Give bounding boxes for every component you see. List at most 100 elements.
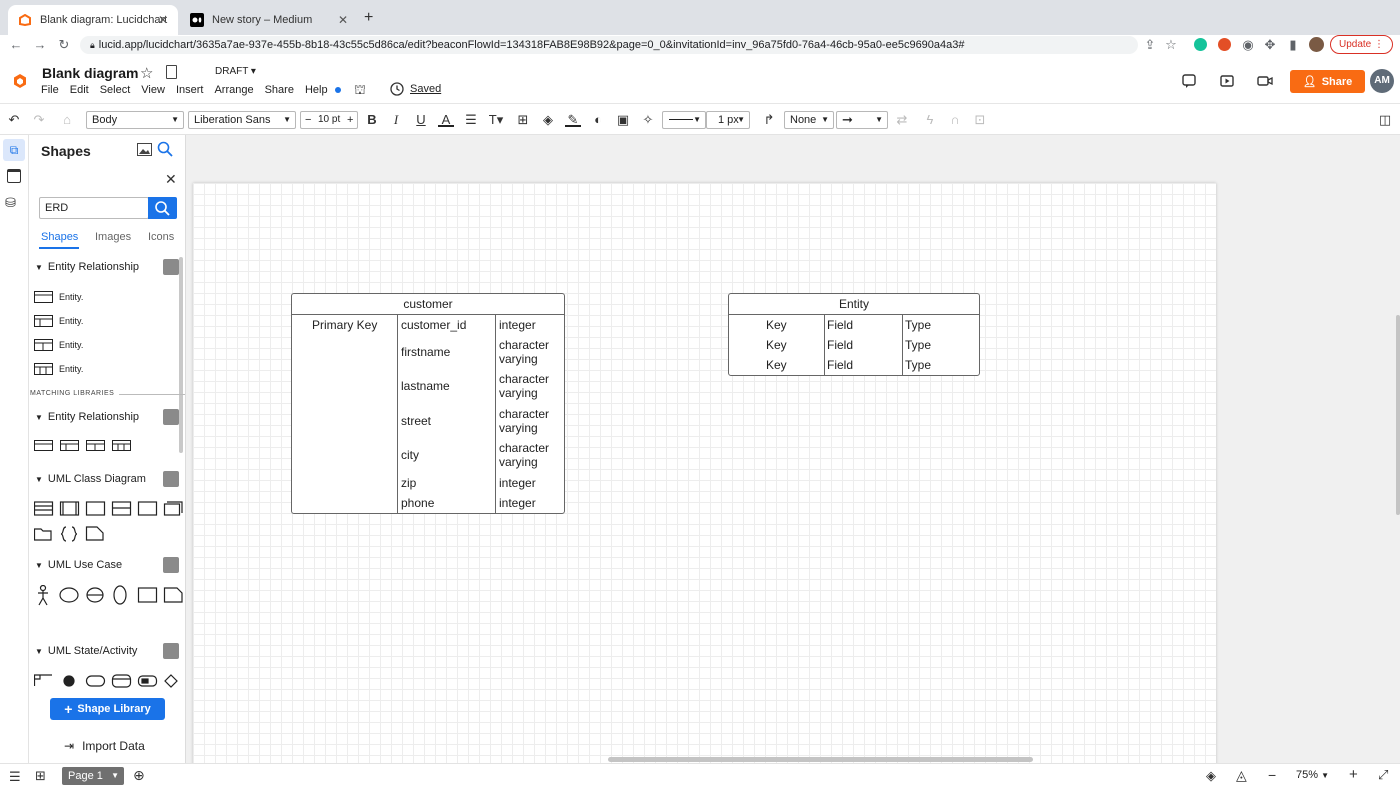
underline-icon[interactable]: U <box>413 112 429 128</box>
text-options-icon[interactable]: T▾ <box>488 112 504 128</box>
shape-library-button[interactable]: + Shape Library <box>50 698 165 720</box>
diagram-page[interactable]: customer Primary Key customer_id integer… <box>193 183 1216 763</box>
type-cell[interactable]: character varying <box>499 441 559 469</box>
present-icon[interactable] <box>1220 74 1234 88</box>
field-cell[interactable]: lastname <box>401 379 450 393</box>
uml-class-shapes[interactable] <box>33 501 184 546</box>
font-size-stepper[interactable]: − 10 pt + <box>300 111 358 129</box>
pin-icon[interactable] <box>163 643 179 659</box>
profile-avatar[interactable] <box>1309 37 1324 52</box>
page-grid-icon[interactable]: ⊞ <box>35 768 46 784</box>
browser-tab-lucidchart[interactable]: Blank diagram: Lucidchart ✕ <box>8 5 178 35</box>
type-cell[interactable]: Type <box>905 358 931 372</box>
type-cell[interactable]: integer <box>499 496 536 510</box>
shapes-rail-icon[interactable]: ⧉ <box>3 139 25 161</box>
horizontal-scrollbar[interactable] <box>608 757 1033 762</box>
menu-insert[interactable]: Insert <box>176 84 204 96</box>
entity-shape[interactable]: Entity Key Field Type Key Field Type Key… <box>728 293 980 376</box>
field-cell[interactable]: Field <box>827 318 853 332</box>
add-page-icon[interactable]: ⊕ <box>133 767 145 784</box>
field-cell[interactable]: Field <box>827 338 853 352</box>
draft-status[interactable]: DRAFT ▾ <box>215 66 256 77</box>
pin-icon[interactable] <box>163 409 179 425</box>
key-cell[interactable]: Key <box>766 358 787 372</box>
address-input[interactable]: 🔒︎ lucid.app/lucidchart/3635a7ae-937e-455… <box>80 36 1138 54</box>
field-cell[interactable]: firstname <box>401 345 450 359</box>
close-tab-icon[interactable]: ✕ <box>158 13 168 27</box>
uml-use-case-shapes[interactable] <box>34 584 184 610</box>
align-icon[interactable]: ☰ <box>463 112 479 128</box>
field-cell[interactable]: street <box>401 414 431 428</box>
tab-shapes[interactable]: Shapes <box>41 231 78 243</box>
extension-icon[interactable] <box>1218 38 1231 51</box>
format-painter-icon[interactable]: ⌂ <box>59 112 75 128</box>
undo-icon[interactable]: ↶ <box>6 112 22 128</box>
lock-icon[interactable]: ⊡ <box>972 112 988 128</box>
forward-icon[interactable]: → <box>32 37 48 53</box>
search-button[interactable] <box>148 197 177 219</box>
type-cell[interactable]: Type <box>905 318 931 332</box>
navigate-icon[interactable]: ◬ <box>1236 767 1247 784</box>
entity-shape-4[interactable]: Entity. <box>34 363 83 375</box>
swap-icon[interactable]: ⇄ <box>894 112 910 128</box>
entity-shape-2[interactable]: Entity. <box>34 315 83 327</box>
shape-options-icon[interactable]: ⊞ <box>515 112 531 128</box>
field-cell[interactable]: Field <box>827 358 853 372</box>
field-cell[interactable]: customer_id <box>401 318 466 332</box>
browser-tab-medium[interactable]: New story – Medium ✕ <box>180 5 358 35</box>
start-arrow-select[interactable]: None ▼ <box>784 111 834 129</box>
type-cell[interactable]: integer <box>499 318 536 332</box>
share-page-icon[interactable]: ⇪ <box>1142 37 1158 53</box>
puzzle-icon[interactable]: ✥ <box>1262 37 1278 53</box>
shape-search-input[interactable]: ERD <box>39 197 149 219</box>
image-search-icon[interactable] <box>137 143 152 159</box>
close-icon[interactable]: ✕ <box>165 171 177 188</box>
fullscreen-icon[interactable]: ⤢ <box>1378 767 1388 783</box>
share-button[interactable]: 👤︎ Share <box>1290 70 1365 93</box>
tab-images[interactable]: Images <box>95 231 131 243</box>
section-entity-relationship[interactable]: ▼ Entity Relationship <box>35 261 139 273</box>
comment-icon[interactable] <box>1182 74 1196 88</box>
lucid-logo-icon[interactable] <box>12 73 28 89</box>
section-uml-state[interactable]: ▼ UML State/Activity <box>35 645 137 657</box>
text-style-select[interactable]: Body ▼ <box>86 111 184 129</box>
type-cell[interactable]: character varying <box>499 407 559 435</box>
feature-find-icon[interactable]: ⛫ <box>354 82 366 100</box>
menu-help[interactable]: Help <box>305 84 328 96</box>
menu-select[interactable]: Select <box>100 84 131 96</box>
effects-icon[interactable]: ✧ <box>640 112 656 128</box>
magnet-icon[interactable]: ∩ <box>947 112 963 128</box>
type-cell[interactable]: Type <box>905 338 931 352</box>
action-icon[interactable]: ϟ <box>922 112 938 128</box>
update-button[interactable]: Update ⋮ <box>1330 35 1393 54</box>
redo-icon[interactable]: ↷ <box>31 112 47 128</box>
uml-state-shapes[interactable] <box>33 674 184 691</box>
canvas-area[interactable]: customer Primary Key customer_id integer… <box>186 135 1400 763</box>
section-entity-relationship-2[interactable]: ▼ Entity Relationship <box>35 411 139 423</box>
data-rail-icon[interactable]: ⛁ <box>5 195 16 211</box>
pin-icon[interactable] <box>163 259 179 275</box>
zoom-in-icon[interactable]: + <box>1349 766 1358 783</box>
menu-view[interactable]: View <box>141 84 165 96</box>
fill-color-icon[interactable]: ◈ <box>540 112 556 128</box>
templates-rail-icon[interactable] <box>7 169 21 183</box>
decrease-size-button[interactable]: − <box>305 112 311 128</box>
field-cell[interactable]: phone <box>401 496 434 510</box>
grammarly-icon[interactable] <box>1194 38 1207 51</box>
back-icon[interactable]: ← <box>8 37 24 53</box>
increase-size-button[interactable]: + <box>347 112 353 128</box>
video-icon[interactable] <box>1257 74 1273 88</box>
line-width-select[interactable]: 1 px ▼ <box>706 111 750 129</box>
entity-shape-1[interactable]: Entity. <box>34 291 83 303</box>
end-arrow-select[interactable]: ➞ ▼ <box>836 111 888 129</box>
pin-icon[interactable] <box>163 557 179 573</box>
page-list-icon[interactable]: ☰ <box>9 769 21 785</box>
page-tab[interactable]: Page 1 ▼ <box>62 767 124 785</box>
entity-title[interactable]: Entity <box>729 294 979 315</box>
type-cell[interactable]: character varying <box>499 372 559 400</box>
font-select[interactable]: Liberation Sans ▼ <box>188 111 296 129</box>
saved-status[interactable]: Saved <box>390 82 441 96</box>
image-icon[interactable]: ▣ <box>615 112 631 128</box>
reload-icon[interactable]: ↻ <box>56 37 72 53</box>
close-tab-icon[interactable]: ✕ <box>338 13 348 27</box>
